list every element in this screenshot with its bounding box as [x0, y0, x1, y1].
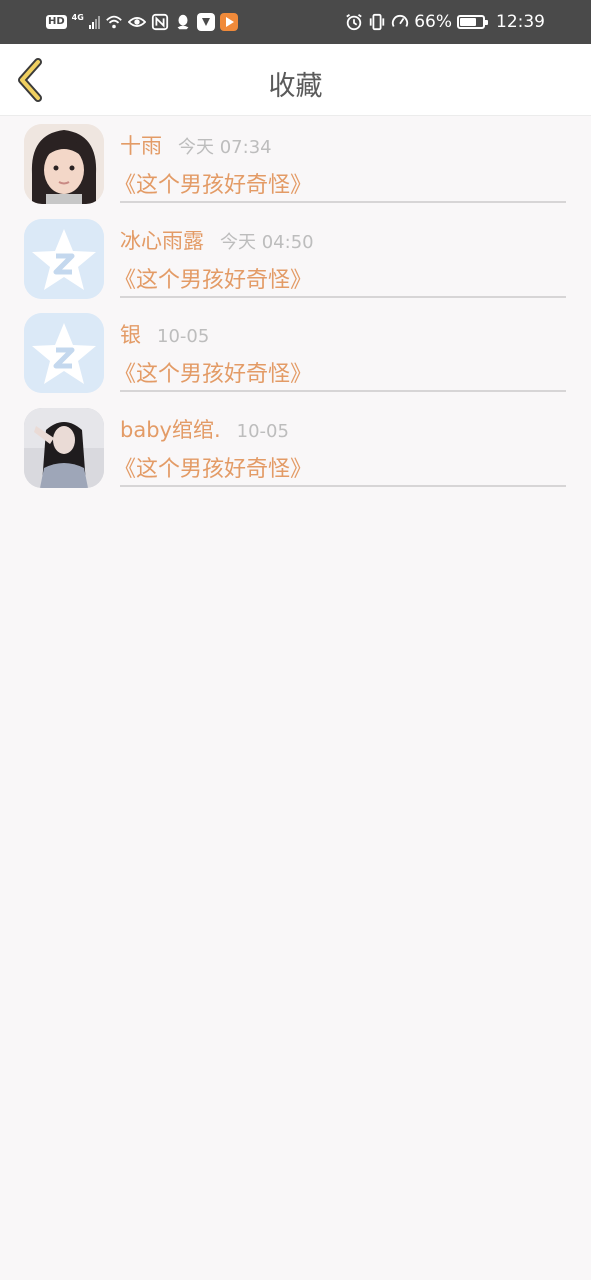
avatar[interactable] — [24, 313, 104, 393]
avatar[interactable] — [24, 407, 104, 488]
alarm-icon — [346, 14, 362, 31]
username: 十雨 — [120, 134, 162, 158]
divider — [120, 484, 566, 487]
favorites-list: 十雨 今天 07:34 《这个男孩好奇怪》 冰心雨露 今天 04:50 《这个男… — [0, 117, 591, 495]
eye-icon — [127, 17, 146, 27]
battery-percent: 66% — [414, 12, 452, 32]
clock-time: 12:39 — [496, 12, 545, 32]
timestamp: 10-05 — [236, 420, 289, 442]
username: 银 — [120, 323, 141, 347]
nfc-icon — [151, 13, 168, 31]
hd-badge: HD — [46, 15, 67, 29]
page-title: 收藏 — [268, 71, 323, 102]
status-bar-right: 66% 12:39 — [345, 11, 545, 33]
avatar[interactable] — [24, 124, 104, 204]
username: 冰心雨露 — [120, 228, 204, 253]
book-title-link[interactable]: 《这个男孩好奇怪》 — [114, 451, 566, 482]
user-photo-icon — [24, 124, 104, 204]
timestamp: 今天 04:50 — [220, 231, 314, 253]
divider — [120, 295, 566, 298]
divider — [120, 390, 566, 392]
username: baby绾绾. — [120, 417, 221, 442]
list-item[interactable]: baby绾绾. 10-05 《这个男孩好奇怪》 — [0, 401, 591, 496]
wifi-icon — [105, 15, 122, 29]
battery-icon — [457, 15, 488, 29]
player-icon — [219, 13, 238, 31]
avatar[interactable] — [24, 218, 104, 299]
timestamp: 10-05 — [157, 326, 210, 347]
list-item[interactable]: 十雨 今天 07:34 《这个男孩好奇怪》 — [0, 117, 591, 212]
title-bar: 收藏 — [0, 44, 591, 116]
item-text: baby绾绾. 10-05 《这个男孩好奇怪》 — [114, 414, 566, 482]
timestamp: 今天 07:34 — [178, 137, 272, 158]
qq-default-avatar-icon — [24, 313, 104, 393]
divider — [120, 201, 566, 203]
vibrate-icon — [370, 13, 385, 31]
item-text: 银 10-05 《这个男孩好奇怪》 — [114, 319, 566, 387]
qq-icon — [177, 14, 189, 30]
signal-icon — [88, 15, 100, 29]
book-title-link[interactable]: 《这个男孩好奇怪》 — [114, 167, 566, 198]
list-item[interactable]: 冰心雨露 今天 04:50 《这个男孩好奇怪》 — [0, 212, 591, 307]
status-bar: HD 4G 66% 12:39 — [0, 0, 591, 44]
list-item[interactable]: 银 10-05 《这个男孩好奇怪》 — [0, 306, 591, 401]
speed-icon — [392, 14, 409, 27]
item-text: 十雨 今天 07:34 《这个男孩好奇怪》 — [114, 130, 566, 198]
book-title-link[interactable]: 《这个男孩好奇怪》 — [114, 356, 566, 387]
book-title-link[interactable]: 《这个男孩好奇怪》 — [114, 262, 566, 293]
user-photo-icon — [24, 407, 104, 488]
qq-default-avatar-icon — [24, 218, 104, 299]
network-type-label: 4G — [71, 12, 84, 22]
status-bar-left: HD 4G — [46, 11, 238, 33]
item-text: 冰心雨露 今天 04:50 《这个男孩好奇怪》 — [114, 225, 566, 293]
app-icon — [196, 13, 215, 31]
